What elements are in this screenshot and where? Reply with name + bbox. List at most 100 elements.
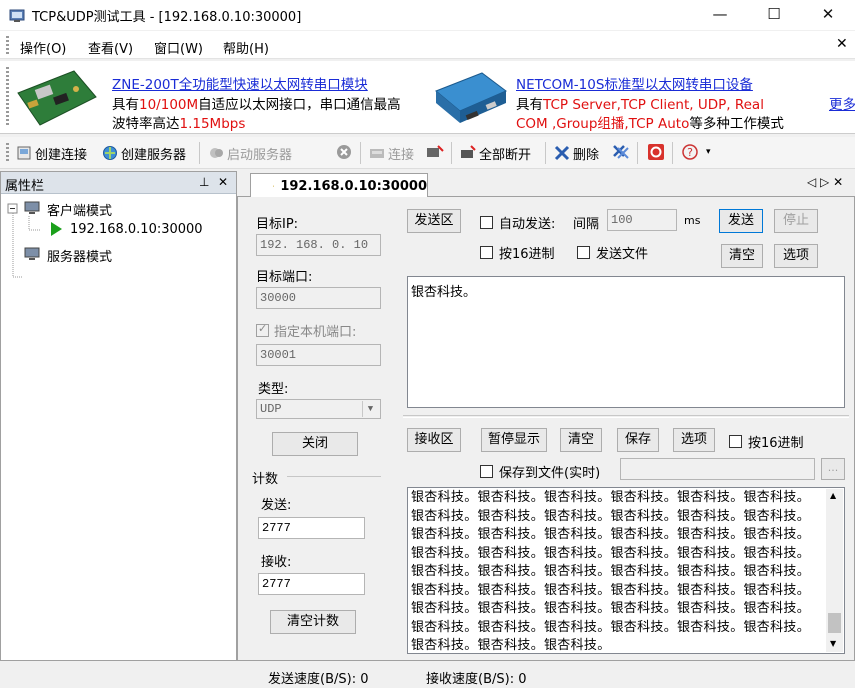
zne-module-image[interactable] [14,67,100,129]
ad1-line2: 波特率高达1.15Mbps [112,116,246,132]
netcom-device-image[interactable] [430,67,510,129]
delete-button[interactable]: 删除 [554,143,599,163]
scroll-up-icon[interactable]: ▲ [830,491,836,500]
type-select[interactable]: UDP ▼ [256,399,381,419]
recv-hex-checkbox[interactable]: 按16进制 [729,432,804,451]
disconnect-icon[interactable] [426,144,444,160]
stop-button[interactable]: 停止 [774,209,818,233]
recv-count-label: 接收: [261,555,292,570]
local-port-field[interactable]: 30001 [256,344,381,366]
more-link[interactable]: 更多 [829,93,855,113]
menu-view[interactable]: 查看(V) [88,38,133,57]
ad2-line1: 具有TCP Server,TCP Client, UDP, Real [516,97,764,113]
app-icon [9,9,25,22]
send-textarea[interactable]: 银杏科技。 [407,276,845,408]
local-port-checkbox[interactable]: ✓ 指定本机端口: [256,321,356,340]
mdi-close-icon[interactable]: ✕ [836,36,848,52]
save-file-path-field[interactable] [620,458,815,480]
recv-clear-button[interactable]: 清空 [560,428,602,452]
recv-count-field[interactable]: 2777 [258,573,365,595]
interval-field[interactable]: 100 [607,209,677,231]
toolbar-separator [199,142,200,164]
scroll-thumb[interactable] [828,613,841,633]
send-clear-button[interactable]: 清空 [721,244,763,268]
target-port-label: 目标端口: [256,270,313,285]
property-panel: 属性栏 ⊥ ✕ 客户端模式 192.168.0.10:30000 服务器模式 [0,171,237,661]
tab-connection[interactable]: 192.168.0.10:30000 [250,173,428,198]
menu-bar: 操作(O) 查看(V) 窗口(W) 帮助(H) ✕ [0,31,855,59]
toolbar: 创建连接 创建服务器 启动服务器 连接 全部断开 删除 ? ▾ [0,137,855,294]
toolbar-grip [6,143,9,163]
help-icon[interactable]: ? [680,143,700,161]
recv-hex-check-icon [729,435,742,448]
panel-close-icon[interactable]: ✕ [218,175,228,189]
recv-scrollbar[interactable]: ▲ ▼ [826,489,843,652]
tree-item-client-mode[interactable]: 客户端模式 [47,200,112,219]
connect-button[interactable]: 连接 [369,143,414,163]
menu-operate[interactable]: 操作(O) [20,38,66,57]
scroll-down-icon[interactable]: ▼ [830,639,836,648]
type-label: 类型: [258,382,289,397]
create-server-button[interactable]: 创建服务器 [102,143,186,163]
start-server-icon [210,148,223,158]
send-count-field[interactable]: 2777 [258,517,365,539]
minimize-button[interactable]: — [697,0,743,30]
tab-nav-controls[interactable]: ◁ ▷ ✕ [807,175,843,189]
ms-label: ms [684,214,701,227]
pin-icon[interactable]: ⊥ [199,175,209,189]
ad1-title-link[interactable]: ZNE-200T全功能型快速以太网转串口模块 [112,73,368,93]
send-count-label: 发送: [261,498,292,513]
pause-display-button[interactable]: 暂停显示 [481,428,547,452]
delete-icon [554,145,570,161]
send-file-checkbox[interactable]: 发送文件 [577,243,648,262]
disconnect-all-button[interactable]: 全部断开 [460,143,531,163]
tree-item-server-mode[interactable]: 服务器模式 [47,246,112,265]
title-bar: TCP&UDP测试工具 - [192.168.0.10:30000] — ☐ ✕ [0,0,855,30]
delete-all-icon[interactable] [612,144,630,160]
save-to-file-checkbox[interactable]: 保存到文件(实时) [480,462,600,481]
tree-item-connection[interactable]: 192.168.0.10:30000 [70,222,203,237]
close-window-button[interactable]: ✕ [805,0,851,30]
dropdown-chevron-icon: ▼ [362,401,378,417]
menu-grip [6,36,9,54]
recv-textarea[interactable]: 银杏科技。银杏科技。银杏科技。银杏科技。银杏科技。银杏科技。银杏科技。银杏科技。… [407,487,845,654]
stop-icon[interactable] [336,144,352,160]
count-divider [287,476,381,477]
save-button[interactable]: 保存 [617,428,659,452]
send-options-button[interactable]: 选项 [774,244,818,268]
ad2-title-link[interactable]: NETCOM-10S标准型以太网转串口设备 [516,73,753,93]
toolbar-overflow-chevron-icon[interactable]: ▾ [706,147,711,157]
send-area-button[interactable]: 发送区 [407,209,461,233]
send-button[interactable]: 发送 [719,209,763,233]
power-icon[interactable] [647,143,665,161]
toolbar-separator [637,142,638,164]
recv-options-button[interactable]: 选项 [673,428,715,452]
clear-count-button[interactable]: 清空计数 [270,610,356,634]
client-mode-icon [24,201,40,214]
start-server-button[interactable]: 启动服务器 [208,143,292,163]
maximize-button[interactable]: ☐ [751,0,797,30]
property-panel-header: 属性栏 ⊥ ✕ [1,172,236,194]
create-connection-button[interactable]: 创建连接 [16,143,87,163]
recv-area-button[interactable]: 接收区 [407,428,461,452]
toolbar-separator [360,142,361,164]
send-hex-checkbox[interactable]: 按16进制 [480,243,555,262]
target-port-field[interactable]: 30000 [256,287,381,309]
ad-banner: ZNE-200T全功能型快速以太网转串口模块 具有10/100M自适应以太网接口… [0,61,855,134]
svg-text:?: ? [687,146,693,159]
target-ip-field[interactable]: 192. 168. 0. 10 [256,234,381,256]
banner-grip [6,67,9,127]
recv-text: 银杏科技。银杏科技。银杏科技。银杏科技。银杏科技。银杏科技。银杏科技。银杏科技。… [411,490,811,651]
create-connection-icon [17,146,31,160]
menu-help[interactable]: 帮助(H) [223,38,269,57]
toolbar-separator [672,142,673,164]
area-splitter[interactable] [403,415,849,418]
menu-window[interactable]: 窗口(W) [154,38,203,57]
close-connection-button[interactable]: 关闭 [272,432,358,456]
browse-button[interactable]: ... [821,458,845,480]
window-title: TCP&UDP测试工具 - [192.168.0.10:30000] [32,10,302,25]
server-mode-icon [24,247,40,260]
send-hex-check-icon [480,246,493,259]
auto-send-checkbox[interactable]: 自动发送: [480,213,555,232]
play-icon [51,222,62,236]
